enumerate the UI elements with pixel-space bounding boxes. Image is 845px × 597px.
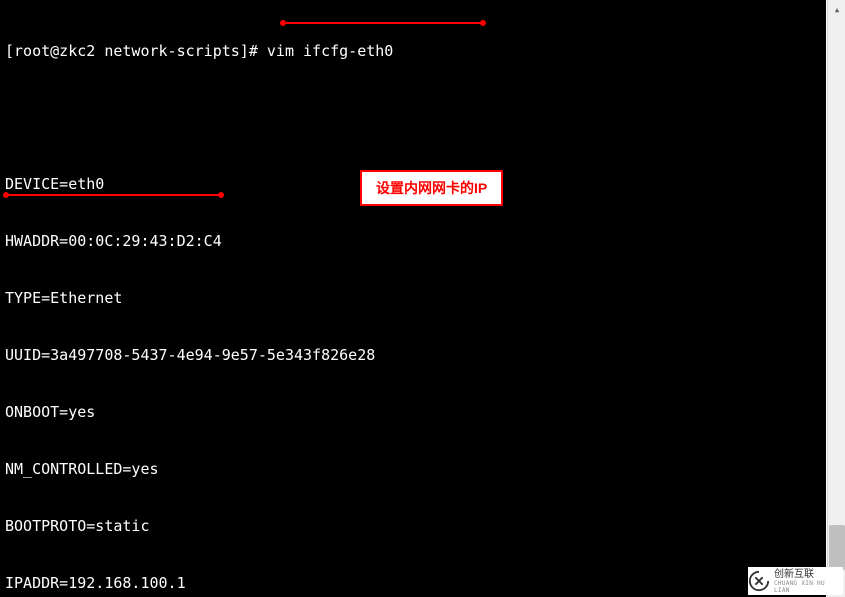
command-underline-annotation [283,22,483,24]
chevron-up-icon: ▴ [834,3,841,16]
empty-line [5,118,821,137]
scrollbar-track[interactable]: ▴ [827,0,845,597]
annotation-text: 设置内网网卡的IP [376,180,487,196]
scrollbar-up-button[interactable]: ▴ [828,0,845,18]
config-line-type: TYPE=Ethernet [5,289,821,308]
annotation-callout: 设置内网网卡的IP [360,170,503,206]
ipaddr-underline-annotation [6,194,221,196]
watermark-logo: 创新互联 CHUANG XIN HU LIAN [748,569,843,594]
watermark-brand: 创新互联 [774,569,843,580]
watermark: 创新互联 CHUANG XIN HU LIAN [748,567,843,595]
config-line-hwaddr: HWADDR=00:0C:29:43:D2:C4 [5,232,821,251]
terminal-window[interactable]: [root@zkc2 network-scripts]# vim ifcfg-e… [0,0,826,597]
config-line-ipaddr: IPADDR=192.168.100.1 [5,574,821,593]
watermark-subtitle: CHUANG XIN HU LIAN [774,580,843,594]
command-text: vim ifcfg-eth0 [267,42,393,60]
shell-prompt-line: [root@zkc2 network-scripts]# vim ifcfg-e… [5,42,821,61]
prompt-user-host: [root@zkc2 network-scripts]# [5,42,258,60]
scrollbar-thumb[interactable] [829,525,845,570]
config-line-nmcontrolled: NM_CONTROLLED=yes [5,460,821,479]
config-line-uuid: UUID=3a497708-5437-4e94-9e57-5e343f826e2… [5,346,821,365]
watermark-text-group: 创新互联 CHUANG XIN HU LIAN [774,569,843,594]
config-line-bootproto: BOOTPROTO=static [5,517,821,536]
terminal-content: [root@zkc2 network-scripts]# vim ifcfg-e… [0,0,826,597]
watermark-logo-icon [748,570,770,592]
config-line-onboot: ONBOOT=yes [5,403,821,422]
